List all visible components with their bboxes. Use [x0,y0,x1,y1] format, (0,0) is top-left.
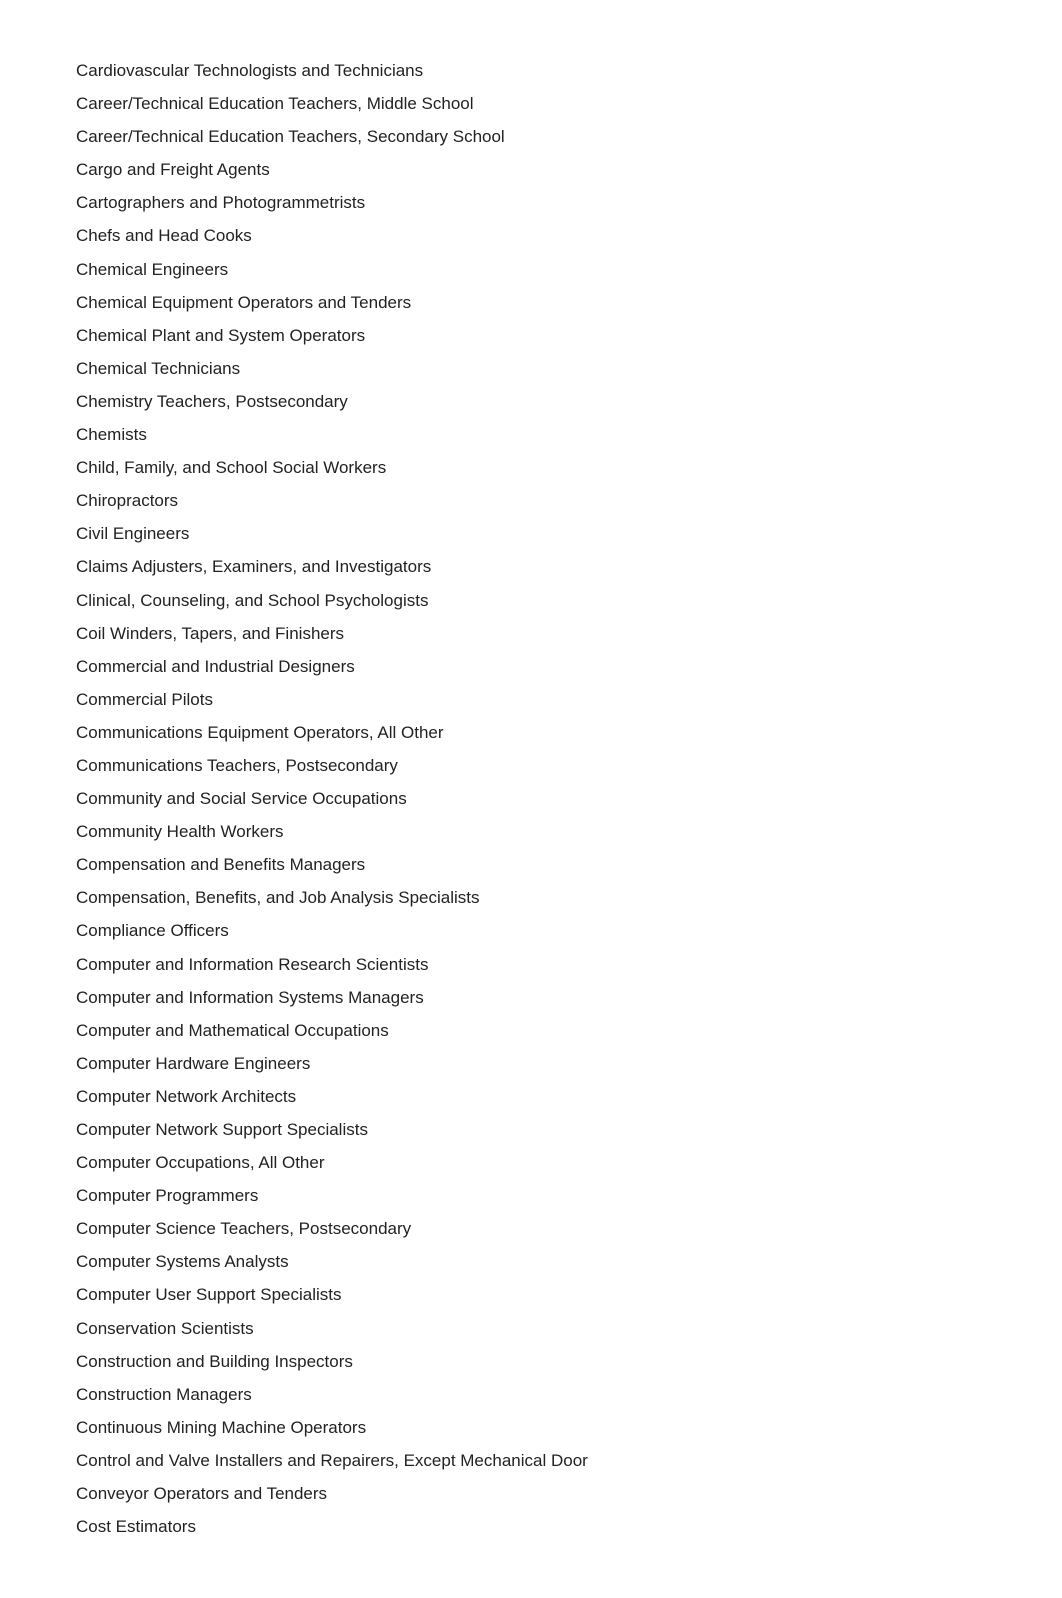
occupation-item: Chemical Engineers [76,259,986,281]
occupation-item: Claims Adjusters, Examiners, and Investi… [76,556,986,578]
occupation-item: Chemists [76,424,986,446]
occupation-item: Community Health Workers [76,821,986,843]
occupation-item: Child, Family, and School Social Workers [76,457,986,479]
occupation-item: Conveyor Operators and Tenders [76,1483,986,1505]
occupation-item: Compensation and Benefits Managers [76,854,986,876]
occupation-item: Clinical, Counseling, and School Psychol… [76,590,986,612]
occupation-item: Cargo and Freight Agents [76,159,986,181]
occupation-item: Compliance Officers [76,920,986,942]
occupation-item: Commercial and Industrial Designers [76,656,986,678]
occupation-item: Computer and Information Research Scient… [76,954,986,976]
occupation-item: Conservation Scientists [76,1318,986,1340]
occupation-item: Communications Equipment Operators, All … [76,722,986,744]
occupation-item: Computer Network Support Specialists [76,1119,986,1141]
occupation-item: Cartographers and Photogrammetrists [76,192,986,214]
occupation-item: Computer User Support Specialists [76,1284,986,1306]
occupation-item: Chemistry Teachers, Postsecondary [76,391,986,413]
occupation-item: Computer and Mathematical Occupations [76,1020,986,1042]
occupation-item: Commercial Pilots [76,689,986,711]
occupation-item: Control and Valve Installers and Repaire… [76,1450,986,1472]
occupation-item: Computer Network Architects [76,1086,986,1108]
occupation-item: Chemical Equipment Operators and Tenders [76,292,986,314]
occupation-item: Computer Systems Analysts [76,1251,986,1273]
occupation-item: Computer Hardware Engineers [76,1053,986,1075]
occupation-item: Career/Technical Education Teachers, Mid… [76,93,986,115]
occupation-item: Chemical Technicians [76,358,986,380]
occupation-list: Cardiovascular Technologists and Technic… [76,60,986,1538]
occupation-item: Communications Teachers, Postsecondary [76,755,986,777]
occupation-item: Continuous Mining Machine Operators [76,1417,986,1439]
occupation-item: Career/Technical Education Teachers, Sec… [76,126,986,148]
occupation-item: Cost Estimators [76,1516,986,1538]
occupation-item: Cardiovascular Technologists and Technic… [76,60,986,82]
occupation-item: Construction Managers [76,1384,986,1406]
occupation-item: Compensation, Benefits, and Job Analysis… [76,887,986,909]
occupation-item: Computer Programmers [76,1185,986,1207]
occupation-item: Chiropractors [76,490,986,512]
occupation-item: Computer Occupations, All Other [76,1152,986,1174]
occupation-item: Computer Science Teachers, Postsecondary [76,1218,986,1240]
occupation-item: Coil Winders, Tapers, and Finishers [76,623,986,645]
occupation-item: Chemical Plant and System Operators [76,325,986,347]
occupation-item: Computer and Information Systems Manager… [76,987,986,1009]
occupation-item: Construction and Building Inspectors [76,1351,986,1373]
occupation-item: Community and Social Service Occupations [76,788,986,810]
occupation-item: Civil Engineers [76,523,986,545]
occupation-item: Chefs and Head Cooks [76,225,986,247]
